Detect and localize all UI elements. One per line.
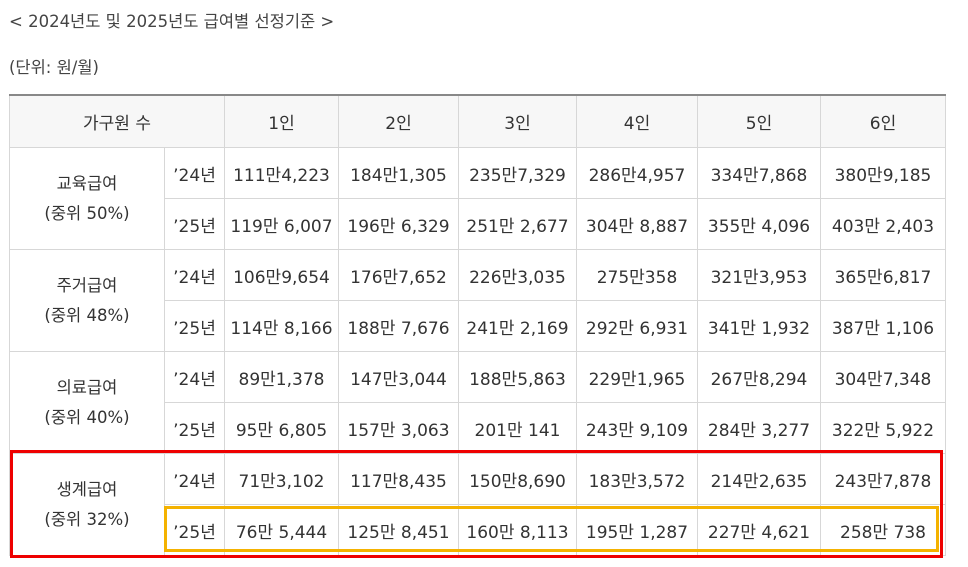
table-row: 주거급여 (중위 48%) ’24년 106만9,654 176만7,652 226만3,… — [9, 249, 946, 352]
year-cell: ’24년 — [164, 147, 225, 199]
amount-cell: 160만 8,113 — [458, 504, 577, 556]
benefit-category-cell: 교육급여 (중위 50%) — [9, 147, 165, 250]
amount-cell: 119만 6,007 — [224, 198, 339, 250]
amount-cell: 243만7,878 — [820, 453, 946, 505]
year-cell: ’25년 — [164, 504, 225, 556]
amount-cell: 147만3,044 — [338, 351, 459, 403]
amount-cell: 71만3,102 — [224, 453, 339, 505]
selection-criteria-table: 가구원 수 1인 2인 3인 4인 5인 6인 교육급여 (중위 50%) ’24년… — [9, 94, 946, 556]
benefit-category-cell: 의료급여 (중위 40%) — [9, 351, 165, 454]
table-row: 교육급여 (중위 50%) ’24년 111만4,223 184만1,305 235만7,… — [9, 147, 946, 250]
amount-cell: 184만1,305 — [338, 147, 459, 199]
benefit-criterion: (중위 40%) — [44, 407, 130, 427]
year-cell: ’24년 — [164, 351, 225, 403]
amount-cell: 403만 2,403 — [820, 198, 946, 250]
amount-cell: 111만4,223 — [224, 147, 339, 199]
amount-cell: 251만 2,677 — [458, 198, 577, 250]
amount-cell: 188만5,863 — [458, 351, 577, 403]
amount-cell: 275만358 — [576, 249, 698, 301]
column-header: 1인 — [224, 94, 339, 148]
benefit-name: 생계급여 — [56, 479, 118, 499]
year-cell: ’25년 — [164, 402, 225, 454]
year-cell: ’25년 — [164, 300, 225, 352]
table-body: 가구원 수 1인 2인 3인 4인 5인 6인 교육급여 (중위 50%) ’24년… — [9, 94, 946, 556]
year-cell: ’24년 — [164, 249, 225, 301]
amount-cell: 89만1,378 — [224, 351, 339, 403]
amount-cell: 284만 3,277 — [697, 402, 821, 454]
benefit-name: 주거급여 — [56, 275, 118, 295]
year-cell: ’25년 — [164, 198, 225, 250]
amount-cell: 196만 6,329 — [338, 198, 459, 250]
amount-cell: 380만9,185 — [820, 147, 946, 199]
amount-cell: 226만3,035 — [458, 249, 577, 301]
household-size-header: 가구원 수 — [9, 94, 225, 148]
amount-cell: 114만 8,166 — [224, 300, 339, 352]
column-header: 3인 — [458, 94, 577, 148]
amount-cell: 387만 1,106 — [820, 300, 946, 352]
amount-cell: 321만3,953 — [697, 249, 821, 301]
amount-cell: 334만7,868 — [697, 147, 821, 199]
benefit-criterion: (중위 50%) — [44, 203, 130, 223]
amount-cell: 183만3,572 — [576, 453, 698, 505]
amount-cell: 95만 6,805 — [224, 402, 339, 454]
amount-cell: 157만 3,063 — [338, 402, 459, 454]
amount-cell: 201만 141 — [458, 402, 577, 454]
table-row: 의료급여 (중위 40%) ’24년 89만1,378 147만3,044 188만5,8… — [9, 351, 946, 454]
year-cell: ’24년 — [164, 453, 225, 505]
amount-cell: 106만9,654 — [224, 249, 339, 301]
benefit-category-cell: 주거급여 (중위 48%) — [9, 249, 165, 352]
column-header: 2인 — [338, 94, 459, 148]
amount-cell: 286만4,957 — [576, 147, 698, 199]
amount-cell: 195만 1,287 — [576, 504, 698, 556]
amount-cell: 76만 5,444 — [224, 504, 339, 556]
amount-cell: 258만 738 — [820, 504, 946, 556]
unit-note: (단위: 원/월) — [9, 58, 99, 77]
amount-cell: 322만 5,922 — [820, 402, 946, 454]
benefit-criterion: (중위 32%) — [44, 509, 130, 529]
benefit-criterion: (중위 48%) — [44, 305, 130, 325]
amount-cell: 176만7,652 — [338, 249, 459, 301]
column-header: 4인 — [576, 94, 698, 148]
column-header: 6인 — [820, 94, 946, 148]
amount-cell: 243만 9,109 — [576, 402, 698, 454]
amount-cell: 267만8,294 — [697, 351, 821, 403]
amount-cell: 188만 7,676 — [338, 300, 459, 352]
table-row: 생계급여 (중위 32%) ’24년 71만3,102 117만8,435 150만8,6… — [9, 453, 946, 556]
amount-cell: 229만1,965 — [576, 351, 698, 403]
amount-cell: 214만2,635 — [697, 453, 821, 505]
amount-cell: 241만 2,169 — [458, 300, 577, 352]
page-heading: < 2024년도 및 2025년도 급여별 선정기준 > — [9, 12, 335, 31]
amount-cell: 150만8,690 — [458, 453, 577, 505]
amount-cell: 117만8,435 — [338, 453, 459, 505]
amount-cell: 227만 4,621 — [697, 504, 821, 556]
benefit-name: 의료급여 — [56, 377, 118, 397]
benefit-name: 교육급여 — [56, 173, 118, 193]
amount-cell: 341만 1,932 — [697, 300, 821, 352]
amount-cell: 355만 4,096 — [697, 198, 821, 250]
amount-cell: 365만6,817 — [820, 249, 946, 301]
benefit-category-cell: 생계급여 (중위 32%) — [9, 453, 165, 556]
amount-cell: 304만 8,887 — [576, 198, 698, 250]
table-header-row: 가구원 수 1인 2인 3인 4인 5인 6인 — [9, 94, 946, 148]
amount-cell: 125만 8,451 — [338, 504, 459, 556]
amount-cell: 304만7,348 — [820, 351, 946, 403]
amount-cell: 292만 6,931 — [576, 300, 698, 352]
column-header: 5인 — [697, 94, 821, 148]
amount-cell: 235만7,329 — [458, 147, 577, 199]
